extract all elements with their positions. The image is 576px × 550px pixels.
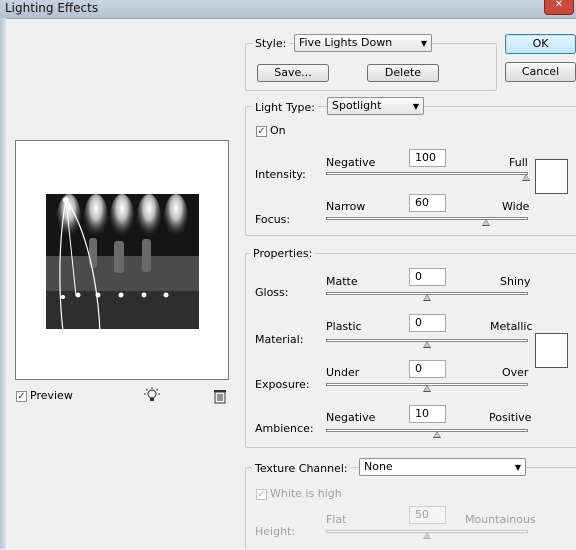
style-dropdown-value: Five Lights Down (299, 36, 393, 49)
exposure-slider-thumb[interactable] (423, 385, 431, 392)
exposure-input[interactable]: 0 (409, 360, 446, 378)
material-slider-thumb[interactable] (423, 341, 431, 348)
light-type-label: Light Type: (252, 101, 318, 114)
intensity-min-label: Negative (326, 156, 376, 169)
light-handle[interactable] (118, 292, 124, 298)
preview-checkbox[interactable]: ✓ (16, 391, 27, 402)
height-slider-thumb[interactable] (423, 532, 431, 539)
gloss-input[interactable]: 0 (409, 268, 446, 286)
soldier-figure (89, 238, 97, 268)
delete-style-button[interactable]: Delete (367, 64, 439, 82)
texture-channel-dropdown-value: None (364, 460, 393, 473)
soldier-figure (142, 239, 151, 272)
gloss-min-label: Matte (326, 275, 358, 288)
gloss-max-label: Shiny (500, 275, 531, 288)
preview-image[interactable] (16, 141, 228, 382)
height-min-label: Flat (326, 513, 347, 526)
light-bulb-icon[interactable] (143, 387, 161, 403)
texture-channel-dropdown[interactable]: None ▼ (359, 458, 526, 476)
title-bar: Lighting Effects ✕ (0, 0, 576, 19)
save-style-button[interactable]: Save... (257, 64, 329, 82)
height-label: Height: (255, 525, 296, 538)
soldier-figure (114, 241, 124, 273)
material-min-label: Plastic (326, 320, 362, 333)
window-title: Lighting Effects (5, 1, 99, 15)
light-type-dropdown-value: Spotlight (332, 99, 382, 112)
material-max-label: Metallic (490, 320, 533, 333)
light-on-label: On (270, 124, 286, 137)
intensity-slider-track[interactable] (326, 172, 528, 175)
chevron-down-icon: ▼ (420, 39, 427, 48)
ambience-slider-track[interactable] (326, 429, 528, 432)
light-handle[interactable] (163, 292, 169, 298)
focus-label: Focus: (255, 213, 291, 226)
light-handle[interactable] (75, 292, 81, 298)
light-handle[interactable] (63, 197, 69, 203)
texture-channel-label: Texture Channel: (252, 462, 351, 475)
focus-min-label: Narrow (326, 200, 366, 213)
height-input[interactable]: 50 (409, 506, 446, 524)
exposure-label: Exposure: (255, 378, 310, 391)
gloss-label: Gloss: (255, 286, 289, 299)
light-color-swatch[interactable] (535, 159, 568, 194)
style-label: Style: (252, 37, 290, 50)
material-input[interactable]: 0 (409, 314, 446, 332)
ambience-label: Ambience: (255, 422, 314, 435)
intensity-slider-thumb[interactable] (522, 174, 530, 181)
spotlight-glow (164, 194, 188, 242)
chevron-down-icon: ▼ (514, 463, 521, 472)
close-button[interactable]: ✕ (544, 0, 574, 15)
focus-input[interactable]: 60 (409, 194, 446, 212)
white-is-high-label: White is high (270, 487, 342, 500)
spotlight-glow (137, 194, 161, 242)
spotlight-glow (84, 194, 108, 242)
ambience-input[interactable]: 10 (409, 405, 446, 423)
preview-canvas[interactable] (15, 140, 229, 382)
properties-title: Properties: (250, 247, 316, 260)
ambience-slider-thumb[interactable] (433, 431, 441, 438)
intensity-max-label: Full (509, 156, 528, 169)
preview-label: Preview (30, 389, 73, 402)
exposure-max-label: Over (502, 366, 529, 379)
light-handle[interactable] (61, 295, 65, 299)
focus-slider-track[interactable] (326, 217, 528, 220)
focus-slider-thumb[interactable] (482, 219, 490, 226)
ambience-min-label: Negative (326, 411, 376, 424)
window-frame (0, 18, 6, 549)
light-handle[interactable] (141, 292, 147, 298)
chevron-down-icon: ▼ (412, 102, 419, 111)
spotlight-glow (57, 194, 81, 242)
intensity-label: Intensity: (255, 168, 306, 181)
exposure-min-label: Under (326, 366, 360, 379)
trash-icon[interactable] (212, 388, 228, 404)
white-is-high-checkbox[interactable]: ✓ (256, 489, 267, 500)
focus-max-label: Wide (502, 200, 530, 213)
light-on-checkbox[interactable]: ✓ (256, 126, 267, 137)
ok-button[interactable]: OK (505, 34, 576, 54)
ambient-color-swatch[interactable] (535, 333, 568, 368)
cancel-button[interactable]: Cancel (505, 62, 576, 82)
light-handle[interactable] (95, 292, 101, 298)
material-label: Material: (255, 333, 304, 346)
height-max-label: Mountainous (465, 513, 536, 526)
spotlight-glow (110, 194, 134, 242)
ambience-max-label: Positive (489, 411, 532, 424)
gloss-slider-thumb[interactable] (423, 294, 431, 301)
intensity-input[interactable]: 100 (409, 149, 446, 167)
light-type-dropdown[interactable]: Spotlight ▼ (327, 97, 424, 115)
style-dropdown[interactable]: Five Lights Down ▼ (294, 34, 432, 52)
